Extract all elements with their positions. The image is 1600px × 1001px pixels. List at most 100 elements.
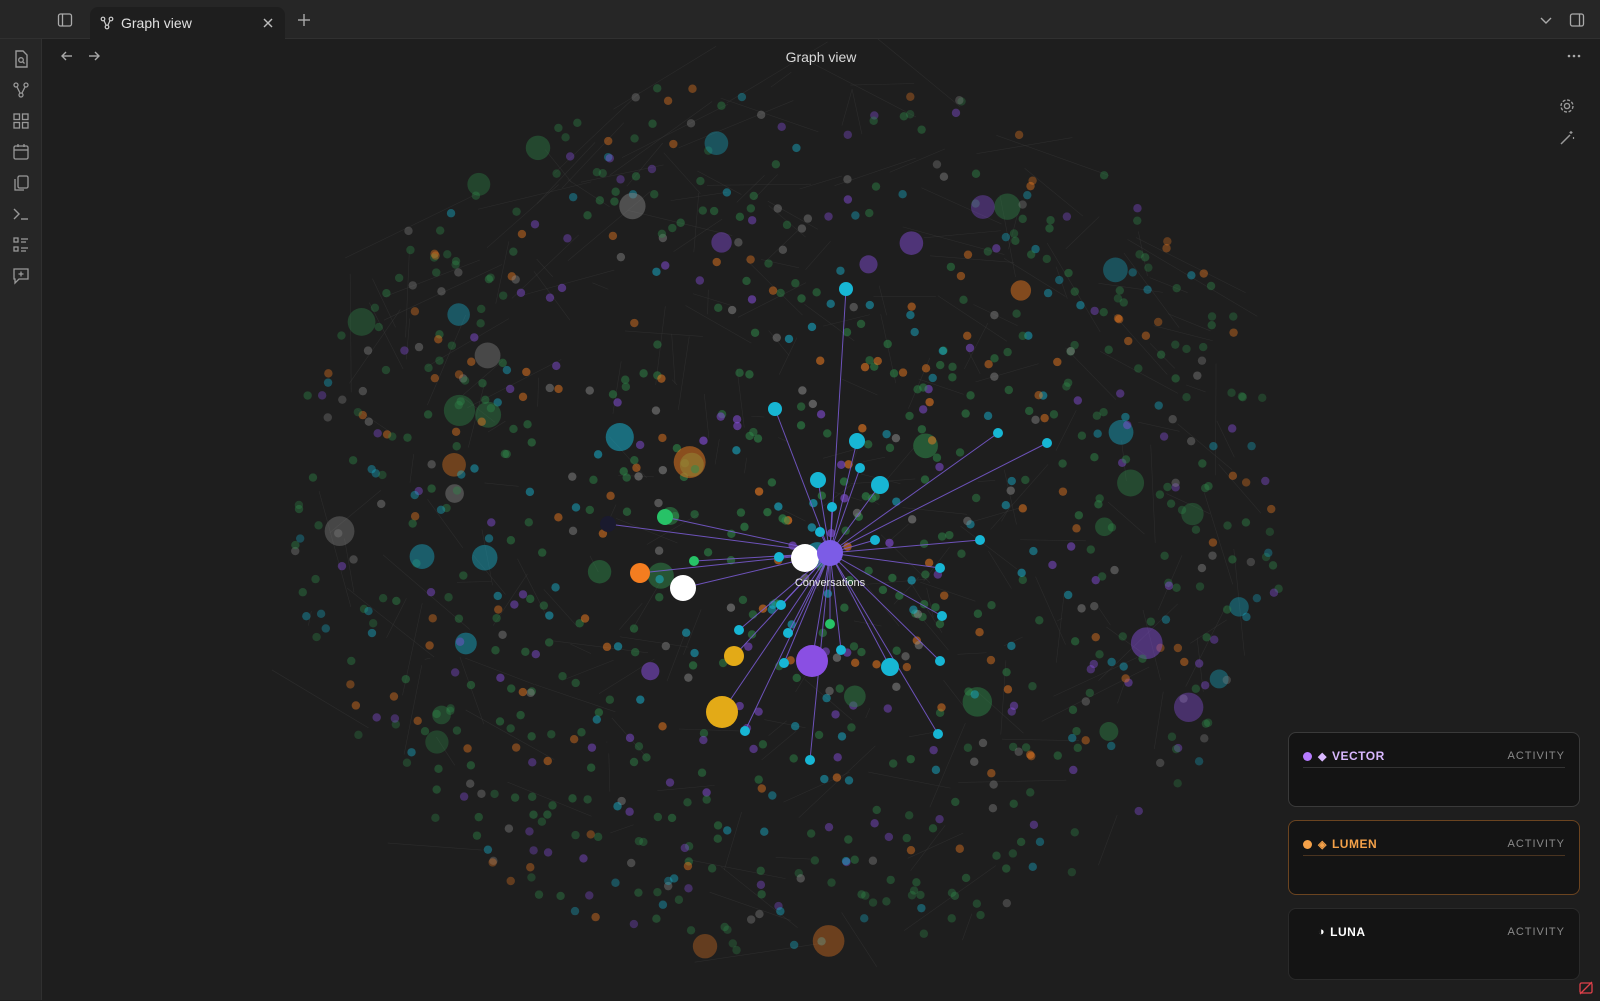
graph-node[interactable] <box>945 531 953 539</box>
graph-node[interactable] <box>410 544 435 569</box>
graph-node[interactable] <box>652 406 660 414</box>
graph-node[interactable] <box>543 810 551 818</box>
graph-node[interactable] <box>477 790 485 798</box>
graph-node[interactable] <box>511 275 519 283</box>
graph-node[interactable] <box>573 119 581 127</box>
graph-node[interactable] <box>932 766 940 774</box>
graph-node[interactable] <box>478 379 486 387</box>
graph-node[interactable] <box>772 160 780 168</box>
graph-node[interactable] <box>372 713 380 721</box>
graph-node[interactable] <box>742 277 750 285</box>
graph-node[interactable] <box>1074 744 1082 752</box>
graph-node[interactable] <box>874 357 882 365</box>
graph-node[interactable] <box>548 801 556 809</box>
graph-node[interactable] <box>948 363 956 371</box>
graph-node[interactable] <box>797 874 805 882</box>
graph-node[interactable] <box>1076 301 1084 309</box>
graph-node[interactable] <box>992 244 1000 252</box>
graph-node[interactable] <box>892 647 900 655</box>
graph-node[interactable] <box>303 391 311 399</box>
graph-node[interactable] <box>632 93 640 101</box>
graph-node[interactable] <box>935 815 943 823</box>
graph-node[interactable] <box>1090 660 1098 668</box>
graph-node[interactable] <box>1035 616 1043 624</box>
graph-node[interactable] <box>652 915 660 923</box>
graph-node[interactable] <box>708 864 716 872</box>
graph-node[interactable] <box>1192 526 1200 534</box>
tab-graph-view[interactable]: Graph view <box>90 7 285 39</box>
graph-node[interactable] <box>696 177 704 185</box>
graph-node[interactable] <box>739 596 747 604</box>
graph-node[interactable] <box>587 764 595 772</box>
graph-node[interactable] <box>1270 589 1278 597</box>
graph-node[interactable] <box>470 333 478 341</box>
graph-node[interactable] <box>1043 255 1051 263</box>
graph-node[interactable] <box>764 259 772 267</box>
graph-node[interactable] <box>411 512 419 520</box>
graph-node[interactable] <box>1202 633 1210 641</box>
graph-node[interactable] <box>527 732 535 740</box>
graph-node[interactable] <box>472 545 498 571</box>
graph-node[interactable] <box>429 614 437 622</box>
graph-node[interactable] <box>905 811 913 819</box>
graph-node[interactable] <box>566 152 574 160</box>
graph-node[interactable] <box>447 209 455 217</box>
graph-node[interactable] <box>431 374 439 382</box>
graph-node[interactable] <box>309 473 317 481</box>
graph-node[interactable] <box>1017 569 1025 577</box>
graph-node[interactable] <box>733 422 741 430</box>
graph-node[interactable] <box>1028 682 1036 690</box>
graph-node[interactable] <box>936 361 944 369</box>
graph-node[interactable] <box>962 874 970 882</box>
graph-node[interactable] <box>757 890 765 898</box>
graph-node[interactable] <box>684 862 692 870</box>
graph-node[interactable] <box>869 857 877 865</box>
graph-node[interactable] <box>630 920 638 928</box>
graph-node[interactable] <box>494 605 502 613</box>
graph-node[interactable] <box>857 648 865 656</box>
graph-node[interactable] <box>519 688 527 696</box>
graph-node[interactable] <box>1010 702 1018 710</box>
graph-node[interactable] <box>324 369 332 377</box>
graph-node[interactable] <box>687 926 695 934</box>
graph-node[interactable] <box>314 521 322 529</box>
graph-node[interactable] <box>613 802 621 810</box>
graph-node[interactable] <box>664 877 672 885</box>
graph-node[interactable] <box>920 930 928 938</box>
graph-node[interactable] <box>973 899 981 907</box>
graph-node[interactable] <box>882 430 890 438</box>
graph-node[interactable] <box>631 648 639 656</box>
graph-node[interactable] <box>434 765 442 773</box>
graph-node[interactable] <box>939 347 947 355</box>
graph-node[interactable] <box>798 224 806 232</box>
graph-node[interactable] <box>630 319 638 327</box>
graph-node[interactable] <box>568 472 576 480</box>
graph-node[interactable] <box>790 754 798 762</box>
graph-node[interactable] <box>528 793 536 801</box>
graph-node[interactable] <box>1242 613 1250 621</box>
graph-node[interactable] <box>589 476 597 484</box>
graph-node[interactable] <box>1007 486 1015 494</box>
graph-node[interactable] <box>1172 584 1180 592</box>
graph-node[interactable] <box>837 461 845 469</box>
graph-node[interactable] <box>917 125 925 133</box>
graph-node[interactable] <box>611 879 619 887</box>
graph-node[interactable] <box>740 523 748 531</box>
graph-node[interactable] <box>790 941 798 949</box>
graph-node[interactable] <box>768 402 782 416</box>
graph-node[interactable] <box>653 340 661 348</box>
graph-node[interactable] <box>526 488 534 496</box>
graph-node[interactable] <box>1198 564 1206 572</box>
new-tab-icon[interactable] <box>295 11 313 29</box>
graph-node[interactable] <box>836 267 844 275</box>
graph-node[interactable] <box>714 834 722 842</box>
graph-node[interactable] <box>1122 455 1130 463</box>
graph-node[interactable] <box>693 934 717 958</box>
graph-node[interactable] <box>1199 343 1207 351</box>
graph-node[interactable] <box>475 342 501 368</box>
graph-node[interactable] <box>817 410 825 418</box>
graph-node[interactable] <box>785 335 793 343</box>
graph-node[interactable] <box>1110 566 1118 574</box>
graph-node[interactable] <box>869 898 877 906</box>
graph-node[interactable] <box>824 212 832 220</box>
